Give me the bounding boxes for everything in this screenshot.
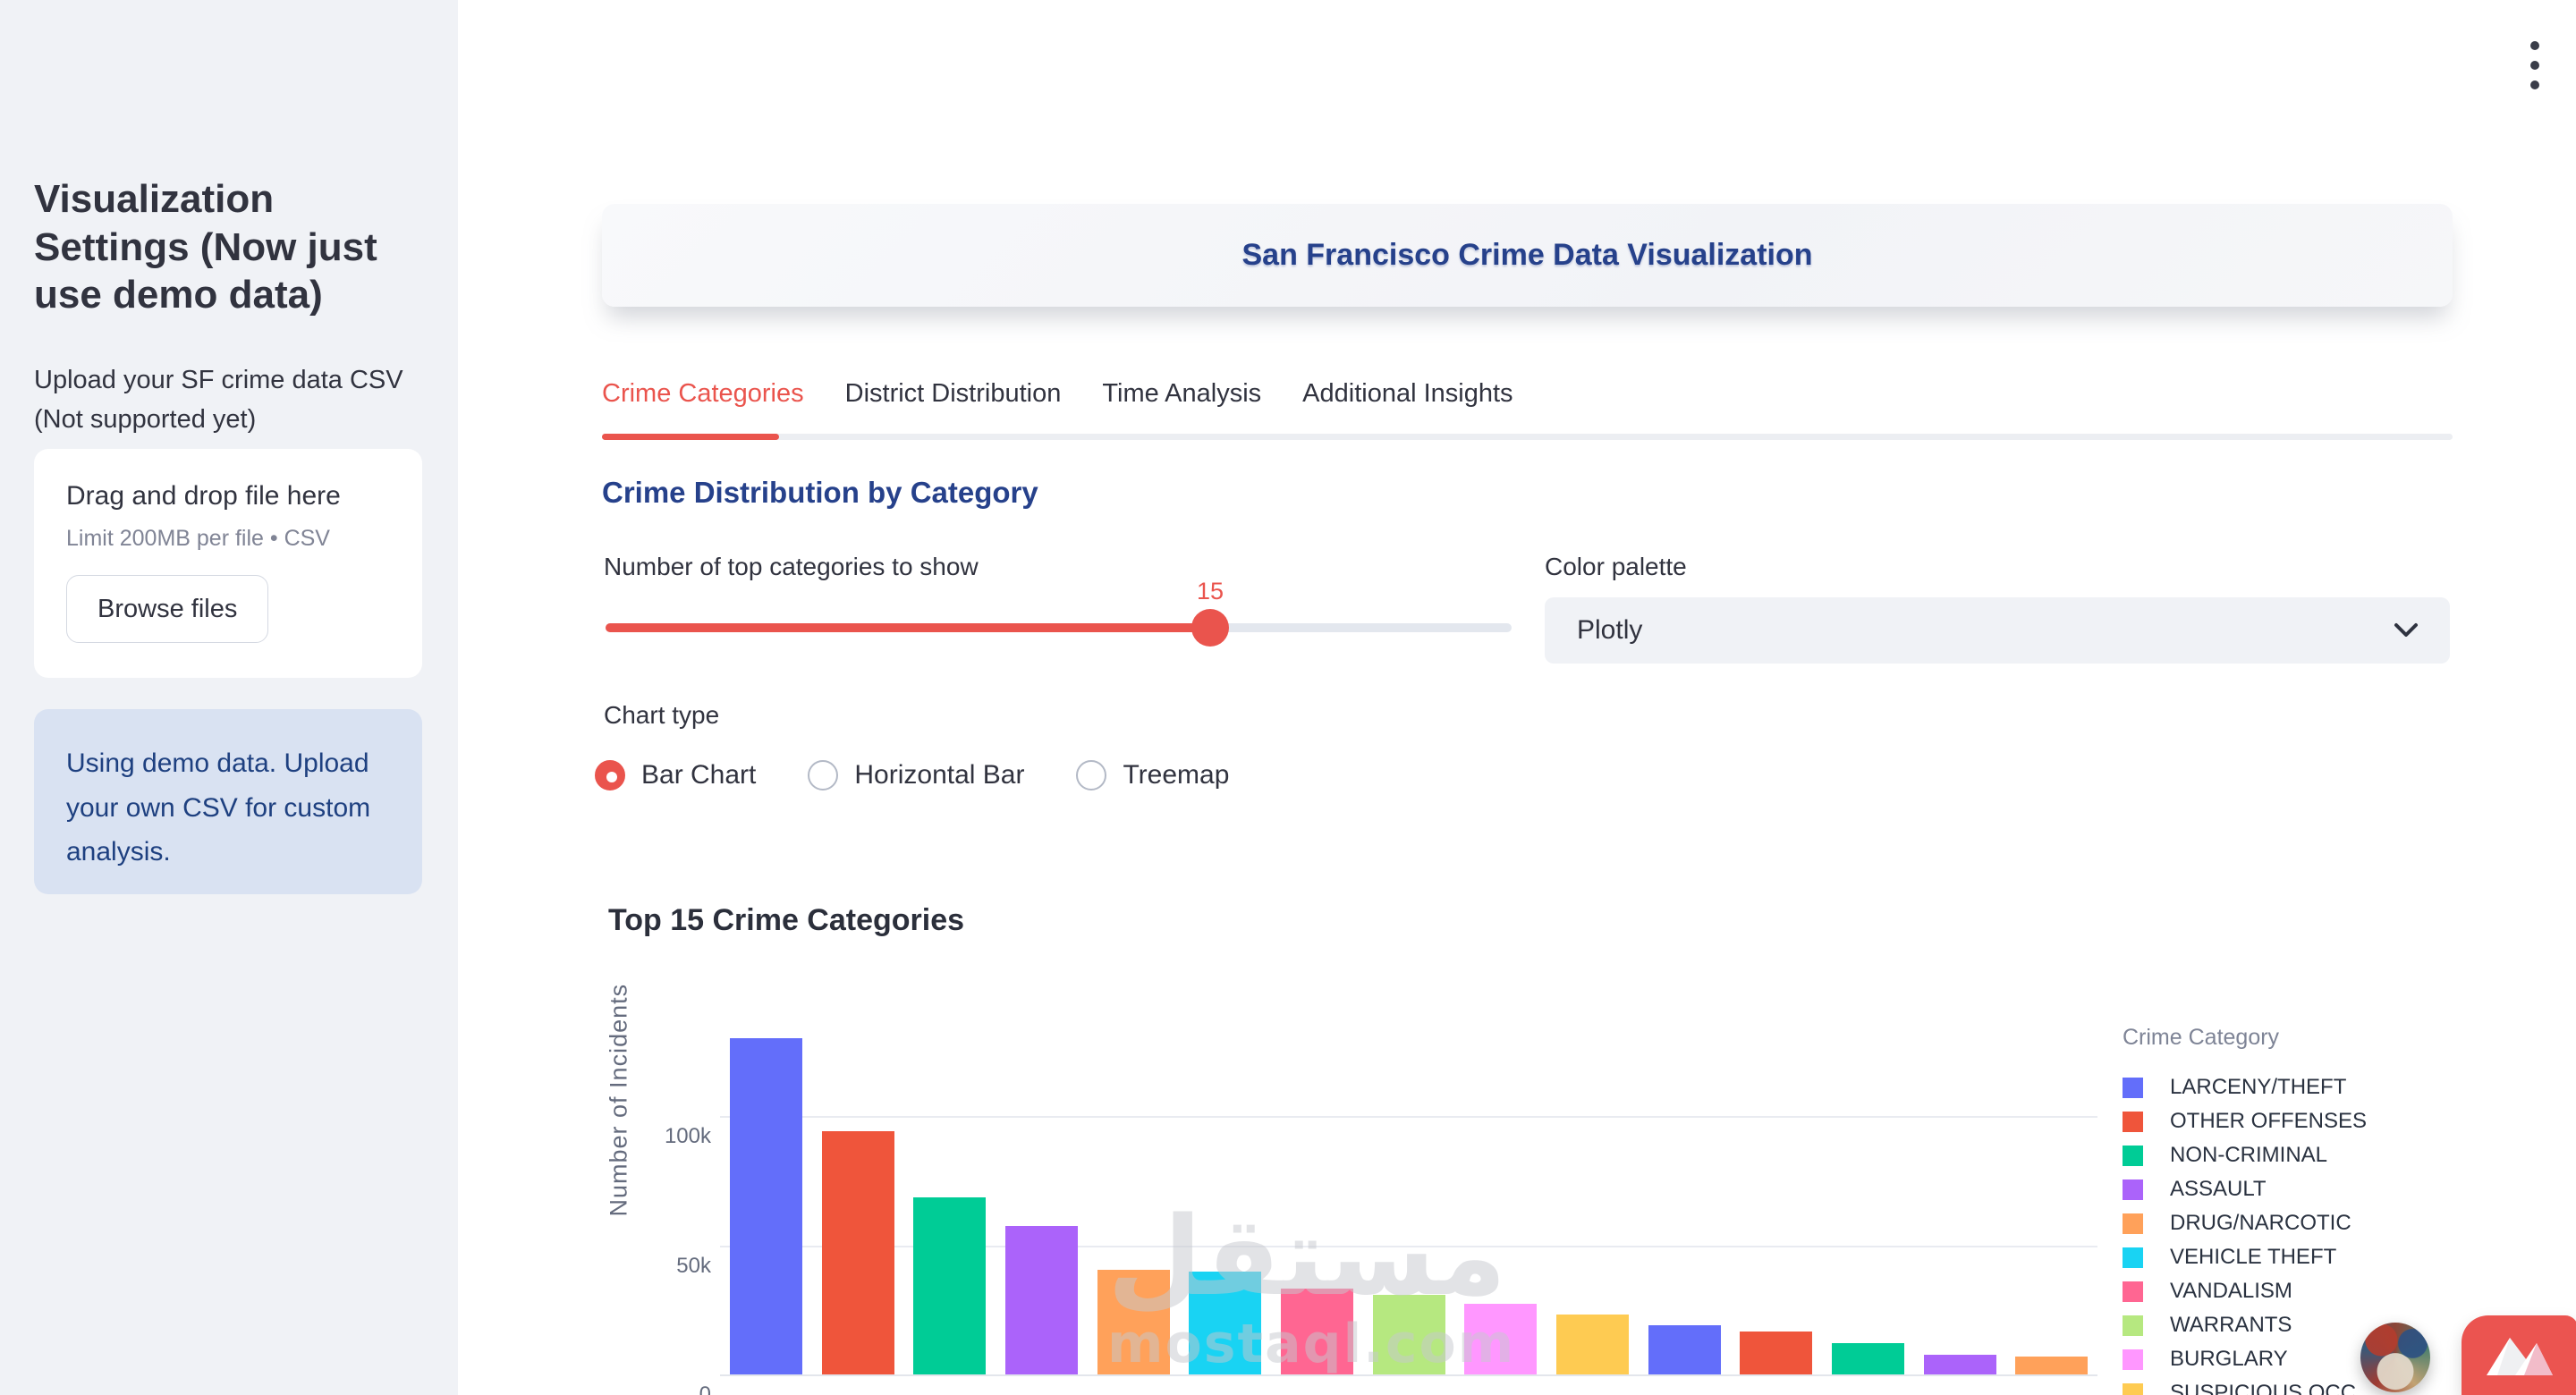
legend-swatch-icon <box>2123 1281 2143 1302</box>
bar-DRUG/NARCOTIC[interactable] <box>1097 1270 1170 1374</box>
legend-item-VANDALISM[interactable]: VANDALISM <box>2123 1274 2355 1308</box>
bar-ASSAULT[interactable] <box>1005 1226 1078 1374</box>
legend-label: BURGLARY <box>2170 1347 2288 1372</box>
bar-rank-12[interactable] <box>1740 1332 1812 1374</box>
chat-widget-button[interactable] <box>2462 1315 2576 1395</box>
legend-swatch-icon <box>2123 1078 2143 1098</box>
gridline-100k <box>720 1116 2097 1118</box>
dropzone-instruction: Drag and drop file here <box>66 481 392 512</box>
file-dropzone[interactable]: Drag and drop file here Limit 200MB per … <box>34 449 422 678</box>
legend-swatch-icon <box>2123 1146 2143 1166</box>
y-tick-0: 0 <box>631 1382 711 1395</box>
legend-item-LARCENY/THEFT[interactable]: LARCENY/THEFT <box>2123 1070 2355 1104</box>
legend-item-VEHICLE THEFT[interactable]: VEHICLE THEFT <box>2123 1240 2355 1274</box>
legend-swatch-icon <box>2123 1213 2143 1234</box>
y-axis-title: Number of Incidents <box>606 1137 633 1217</box>
legend-swatch-icon <box>2123 1179 2143 1200</box>
slider-thumb[interactable] <box>1191 609 1229 647</box>
radio-circle-icon[interactable] <box>595 760 625 790</box>
y-tick-100k: 100k <box>631 1124 711 1149</box>
legend-label: OTHER OFFENSES <box>2170 1109 2367 1134</box>
active-tab-underline <box>602 434 779 440</box>
page-title: San Francisco Crime Data Visualization <box>1241 238 1812 273</box>
tab-additional-insights[interactable]: Additional Insights <box>1302 379 1513 432</box>
bar-NON-CRIMINAL[interactable] <box>913 1197 986 1374</box>
bar-rank-15[interactable] <box>2015 1357 2088 1374</box>
browse-files-button[interactable]: Browse files <box>66 575 268 643</box>
legend-label: SUSPICIOUS OCC <box>2170 1381 2356 1395</box>
bar-BURGLARY[interactable] <box>1464 1304 1537 1374</box>
radio-circle-icon[interactable] <box>808 760 838 790</box>
bar-rank-13[interactable] <box>1832 1343 1904 1374</box>
radio-horizontal-bar[interactable]: Horizontal Bar <box>808 760 1024 790</box>
slider-label: Number of top categories to show <box>604 553 979 581</box>
app-page: Visualization Settings (Now just use dem… <box>0 0 2576 1395</box>
top-categories-slider[interactable]: 15 <box>606 590 1512 671</box>
slider-fill <box>606 623 1210 632</box>
tab-district-distribution[interactable]: District Distribution <box>845 379 1062 432</box>
color-palette-select[interactable]: Plotly <box>1545 597 2450 664</box>
legend-swatch-icon <box>2123 1315 2143 1336</box>
legend-label: ASSAULT <box>2170 1177 2267 1202</box>
tab-bar: Crime Categories District Distribution T… <box>602 379 1513 432</box>
tab-divider <box>602 434 2453 440</box>
bar-LARCENY/THEFT[interactable] <box>730 1038 802 1374</box>
sidebar: Visualization Settings (Now just use dem… <box>0 0 458 1395</box>
legend-swatch-icon <box>2123 1383 2143 1395</box>
avatar[interactable] <box>2360 1323 2430 1392</box>
bar-WARRANTS[interactable] <box>1373 1295 1445 1374</box>
title-card: San Francisco Crime Data Visualization <box>602 204 2453 307</box>
demo-data-info-text: Using demo data. Upload your own CSV for… <box>34 709 422 875</box>
legend-label: VEHICLE THEFT <box>2170 1245 2336 1270</box>
chart-legend: Crime Category LARCENY/THEFT OTHER OFFENS… <box>2123 1025 2355 1395</box>
legend-label: LARCENY/THEFT <box>2170 1075 2346 1100</box>
chart-title: Top 15 Crime Categories <box>608 903 964 938</box>
sidebar-title: Visualization Settings (Now just use dem… <box>34 175 404 319</box>
demo-data-info-box: Using demo data. Upload your own CSV for… <box>34 709 422 894</box>
bar-OTHER OFFENSES[interactable] <box>822 1131 894 1374</box>
bar-VANDALISM[interactable] <box>1281 1289 1353 1374</box>
legend-item-NON-CRIMINAL[interactable]: NON-CRIMINAL <box>2123 1138 2355 1172</box>
radio-treemap[interactable]: Treemap <box>1076 760 1229 790</box>
file-upload-label: Upload your SF crime data CSV (Not suppo… <box>34 361 410 439</box>
legend-label: NON-CRIMINAL <box>2170 1143 2327 1168</box>
legend-swatch-icon <box>2123 1349 2143 1370</box>
legend-label: WARRANTS <box>2170 1313 2292 1338</box>
plot-area <box>720 948 2097 1376</box>
legend-label: DRUG/NARCOTIC <box>2170 1211 2351 1236</box>
legend-item-WARRANTS[interactable]: WARRANTS <box>2123 1308 2355 1342</box>
radio-bar-chart[interactable]: Bar Chart <box>595 760 756 790</box>
bar-rank-14[interactable] <box>1924 1355 1996 1374</box>
legend-swatch-icon <box>2123 1112 2143 1132</box>
legend-item-SUSPICIOUS OCC[interactable]: SUSPICIOUS OCC <box>2123 1376 2355 1395</box>
tab-crime-categories[interactable]: Crime Categories <box>602 379 804 432</box>
dropzone-limit: Limit 200MB per file • CSV <box>66 526 392 552</box>
slider-value: 15 <box>1197 578 1224 605</box>
legend-item-ASSAULT[interactable]: ASSAULT <box>2123 1172 2355 1206</box>
section-heading: Crime Distribution by Category <box>602 476 1038 510</box>
tab-time-analysis[interactable]: Time Analysis <box>1102 379 1261 432</box>
legend-swatch-icon <box>2123 1247 2143 1268</box>
chevron-down-icon <box>2393 621 2419 639</box>
palette-selected-value: Plotly <box>1577 597 1642 664</box>
legend-title: Crime Category <box>2123 1025 2355 1051</box>
x-axis-line <box>720 1374 2097 1376</box>
legend-item-BURGLARY[interactable]: BURGLARY <box>2123 1342 2355 1376</box>
y-tick-50k: 50k <box>631 1254 711 1279</box>
bar-rank-11[interactable] <box>1648 1325 1721 1374</box>
bar-VEHICLE THEFT[interactable] <box>1189 1272 1261 1374</box>
legend-label: VANDALISM <box>2170 1279 2292 1304</box>
chart-type-label: Chart type <box>604 701 719 730</box>
palette-label: Color palette <box>1545 553 1687 581</box>
bar-SUSPICIOUS OCC[interactable] <box>1556 1315 1629 1374</box>
kebab-menu-icon[interactable] <box>2517 34 2553 97</box>
bar-chart: Number of Incidents 0 50k 100k Crime Cat… <box>602 948 2355 1395</box>
legend-item-OTHER OFFENSES[interactable]: OTHER OFFENSES <box>2123 1104 2355 1138</box>
crown-icon <box>2485 1334 2555 1377</box>
chart-type-radio-group: Bar Chart Horizontal Bar Treemap <box>595 760 1229 790</box>
radio-circle-icon[interactable] <box>1076 760 1106 790</box>
legend-item-DRUG/NARCOTIC[interactable]: DRUG/NARCOTIC <box>2123 1206 2355 1240</box>
